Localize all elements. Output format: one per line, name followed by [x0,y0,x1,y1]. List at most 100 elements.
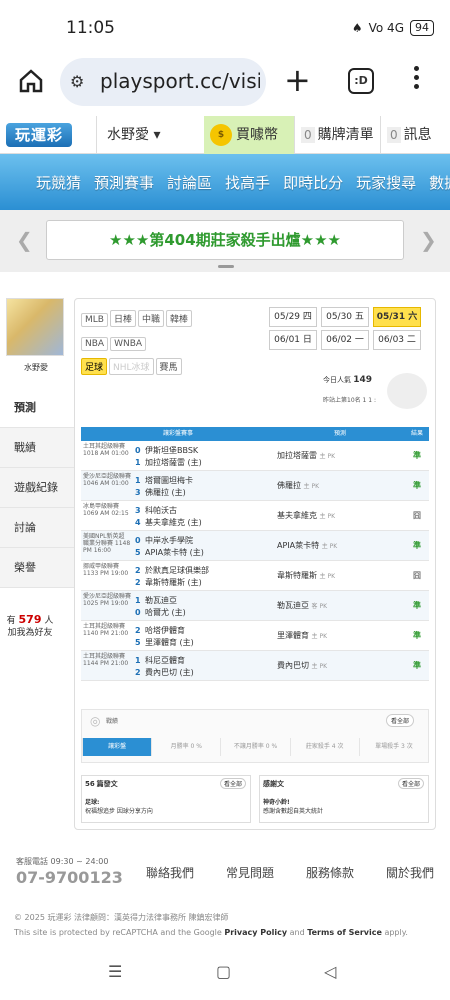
nav-item[interactable]: 預測賽事 [94,172,154,193]
away-score: 1 [135,596,141,605]
chevron-right-icon[interactable]: ❯ [420,228,437,252]
friend-count[interactable]: 有 579 人 加我為好友 [6,614,54,639]
home-button-icon[interactable]: ▢ [216,962,231,981]
sport-chip[interactable]: WNBA [110,337,147,351]
footer-link[interactable]: 聯絡我們 [146,864,194,881]
home-team: 韋斯特羅斯 (主) [145,578,202,587]
sport-chip[interactable]: MLB [81,313,108,327]
record-more-button[interactable]: 看全部 [386,714,415,727]
prediction: 勒瓦迪亞 客 PK [275,591,405,620]
more-menu-icon[interactable] [414,66,420,93]
posts-more-button[interactable]: 看全部 [219,778,246,789]
posts-count: 56 [85,780,95,788]
sport-chip[interactable]: 日棒 [109,310,136,327]
thanks-title: 感謝文 [263,780,284,788]
table-row[interactable]: 土耳其超級聯賽 1018 AM 01:00 0 伊斯坦堡BBSK 1 加拉塔薩雷 (… [81,441,429,471]
away-team: 於默真足球俱樂部 [145,566,209,575]
side-tab-predict[interactable]: 預測 [0,388,74,428]
sport-chip[interactable]: 中職 [137,310,164,327]
site-logo[interactable]: 玩運彩 [6,123,72,147]
cart-button[interactable]: 0 購牌清單 [294,116,380,154]
record-tab[interactable]: 讓彩盤 [82,738,152,756]
side-tab-honor[interactable]: 榮譽 [0,548,74,588]
tab-switcher-icon[interactable]: :D [348,68,374,94]
recent-apps-icon[interactable]: ☰ [108,962,122,981]
messages-button[interactable]: 0 訊息 [380,116,450,154]
date-option[interactable]: 06/03 二 [373,330,421,350]
table-row[interactable]: 挪威甲級聯賽 1133 PM 19:00 2 於默真足球俱樂部 2 韋斯特羅斯 (主… [81,561,429,591]
table-row[interactable]: 美國NPL新英超 職業分聯賽 1148 PM 16:00 0 中岸水手學院 5 AP… [81,531,429,561]
popularity-value: 149 [353,375,373,385]
match-teams: 1 科尼亞體育 2 費內巴切 (主) [133,651,275,680]
user-menu[interactable]: 水野愛 ▾ [96,116,204,154]
url-text[interactable]: playsport.cc/visit [100,69,260,93]
away-score: 1 [135,476,141,485]
col-header: 讓彩盤賽事 [162,430,193,437]
home-score: 2 [135,668,141,677]
table-row[interactable]: 冰島甲級聯賽 1069 AM 02:15 3 科帕沃古 4 基夫拿維克 (主) 基夫… [81,501,429,531]
chevron-left-icon[interactable]: ❮ [16,228,33,252]
footer-link[interactable]: 關於我們 [386,864,434,881]
side-tab-games[interactable]: 遊戲紀錄 [0,468,74,508]
footer-link[interactable]: 服務條款 [306,864,354,881]
table-row[interactable]: 愛沙尼亞超級聯賽 1046 AM 01:00 1 塔爾圖坦梅卡 3 佛羅拉 (主) … [81,471,429,501]
nav-item[interactable]: 數據 [429,172,450,193]
nav-item[interactable]: 玩家搜尋 [356,172,416,193]
match-league: 美國NPL新英超 職業分聯賽 1148 PM 16:00 [83,533,131,554]
sport-chip-selected[interactable]: 足球 [81,358,108,375]
back-icon[interactable]: ◁ [324,962,336,981]
home-score: 2 [135,578,141,587]
home-team: 哈爾尤 (主) [145,608,186,617]
home-icon[interactable] [18,68,44,94]
side-tab-discuss[interactable]: 討論 [0,508,74,548]
away-team: 勒瓦迪亞 [145,596,177,605]
pick-team: 佛羅拉 [277,481,301,490]
date-option[interactable]: 05/30 五 [321,307,369,327]
site-settings-icon[interactable]: ⚙ [70,72,84,91]
away-team: 伊斯坦堡BBSK [145,446,199,455]
nav-item[interactable]: 討論區 [167,172,212,193]
date-option[interactable]: 06/02 一 [321,330,369,350]
sport-chip[interactable]: NBA [81,337,109,351]
nav-item[interactable]: 即時比分 [283,172,343,193]
table-row[interactable]: 土耳其超級聯賽 1140 PM 21:00 2 哈塔伊體育 5 里澤體育 (主) 里… [81,621,429,651]
footer-link[interactable]: 常見問題 [226,864,274,881]
date-option[interactable]: 06/01 日 [269,330,317,350]
pick-side: 主 PK [319,573,336,580]
profile-name: 水野愛 [24,363,48,372]
privacy-link[interactable]: Privacy Policy [224,928,287,937]
sport-filter: MLB 日棒 中職 韓棒 NBA WNBA 足球 NHL冰球 賽馬 [81,307,267,379]
buy-coins-button[interactable]: $ 買噱幣 [204,116,294,154]
date-option-selected[interactable]: 05/31 六 [373,307,421,327]
home-team: 加拉塔薩雷 (主) [145,458,202,467]
nav-item[interactable]: 玩競猜 [36,172,81,193]
table-row[interactable]: 愛沙尼亞超級聯賽 1025 PM 19:00 1 勒瓦迪亞 0 哈爾尤 (主) 勒瓦… [81,591,429,621]
pick-team: 基夫拿維克 [277,511,317,520]
match-teams: 1 塔爾圖坦梅卡 3 佛羅拉 (主) [133,471,275,500]
date-option[interactable]: 05/29 四 [269,307,317,327]
battery-icon: 94 [410,20,434,36]
result-badge: 準 [413,481,421,490]
sport-chip[interactable]: 賽馬 [155,358,182,375]
service-phone[interactable]: 07-9700123 [16,868,123,887]
match-teams: 1 勒瓦迪亞 0 哈爾尤 (主) [133,591,275,620]
sport-chip[interactable]: 韓棒 [166,310,193,327]
post-item[interactable]: 足球: 祝福想追步 因球分享方向 [85,797,247,815]
banner-text[interactable]: ★★★第404期莊家殺手出爐★★★ [46,220,404,260]
away-team: 中岸水手學院 [145,536,193,545]
avatar[interactable] [6,298,64,356]
terms-link[interactable]: Terms of Service [307,928,382,937]
main-nav: 玩競猜 預測賽事 討論區 找高手 即時比分 玩家搜尋 數據 [0,154,450,210]
pick-side: 主 PK [321,543,338,550]
new-tab-icon[interactable]: + [284,60,311,100]
bulb-count: 579 [18,613,42,626]
record-title: 戰績 [106,718,119,725]
table-row[interactable]: 土耳其超級聯賽 1144 PM 21:00 1 科尼亞體育 2 費內巴切 (主) 費… [81,651,429,681]
nav-item[interactable]: 找高手 [225,172,270,193]
banner-pager [218,265,234,268]
address-bar[interactable]: ⚙ playsport.cc/visit [60,58,266,106]
match-league: 土耳其超級聯賽 1018 AM 01:00 [83,443,129,457]
thanks-item[interactable]: 神奇小鈴! 感謝含數超自英大統計 [263,797,425,815]
thanks-more-button[interactable]: 看全部 [397,778,424,789]
side-tab-record[interactable]: 戰績 [0,428,74,468]
